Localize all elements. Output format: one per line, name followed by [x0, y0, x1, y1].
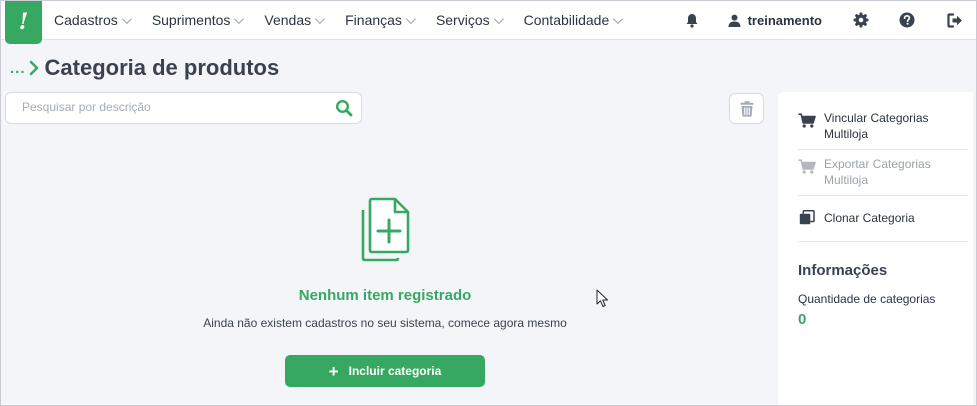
chevron-down-icon [405, 13, 416, 24]
logo-glyph: ! [18, 9, 29, 35]
chevron-right-icon [29, 60, 38, 76]
logout-icon [947, 12, 962, 28]
top-navbar: ! Cadastros Suprimentos Vendas Finanças … [0, 0, 977, 44]
app-logo[interactable]: ! [5, 0, 42, 44]
category-count-value: 0 [798, 311, 807, 328]
divider [798, 241, 968, 242]
chevron-down-icon [315, 13, 325, 24]
empty-file-icon [358, 196, 414, 267]
info-title: Informações [798, 262, 888, 279]
menu-servicos[interactable]: Serviços [435, 12, 504, 28]
bell-icon [686, 13, 698, 28]
breadcrumb[interactable]: ... [10, 60, 26, 77]
search-button[interactable] [335, 99, 353, 122]
cart-icon [798, 159, 816, 174]
menu-cadastros[interactable]: Cadastros [54, 12, 132, 28]
username: treinamento [747, 12, 822, 28]
side-panel: Vincular Categorias Multiloja Exportar C… [778, 92, 973, 406]
settings-button[interactable] [851, 12, 871, 28]
link-categories-label: Vincular Categorias Multiloja [824, 111, 929, 141]
header-tools: treinamento [682, 0, 977, 40]
notifications-button[interactable] [682, 13, 702, 28]
menu-contabilidade-label: Contabilidade [523, 12, 610, 28]
divider [798, 195, 968, 196]
export-categories-multistore[interactable]: Exportar Categorias Multiloja [798, 156, 968, 188]
clone-icon [799, 210, 815, 225]
search-input[interactable] [22, 100, 322, 114]
delete-button[interactable] [729, 93, 764, 124]
export-categories-label: Exportar Categorias Multiloja [824, 157, 931, 187]
plus-icon: + [328, 361, 339, 381]
menu-financas-label: Finanças [345, 12, 402, 28]
menu-cadastros-label: Cadastros [54, 12, 118, 28]
empty-state-subtitle: Ainda não existem cadastros no seu siste… [203, 316, 567, 330]
trash-icon [740, 100, 753, 117]
menu-servicos-label: Serviços [435, 12, 490, 28]
mouse-cursor-icon [596, 289, 610, 313]
category-count-label: Quantidade de categorias [798, 292, 936, 306]
add-category-label: Incluir categoria [348, 364, 442, 378]
menu-contabilidade[interactable]: Contabilidade [523, 12, 624, 28]
empty-state-title: Nenhum item registrado [298, 287, 472, 304]
user-icon [728, 14, 741, 27]
help-button[interactable] [897, 12, 917, 28]
link-categories-multistore[interactable]: Vincular Categorias Multiloja [798, 110, 968, 142]
gear-icon [853, 12, 869, 28]
user-menu[interactable]: treinamento [728, 13, 822, 28]
search-box [5, 92, 362, 124]
chevron-down-icon [613, 13, 624, 24]
menu-suprimentos[interactable]: Suprimentos [151, 12, 245, 28]
page-title: Categoria de produtos [44, 55, 280, 80]
menu-vendas[interactable]: Vendas [264, 12, 325, 28]
page-header: ... Categoria de produtos [10, 55, 279, 81]
help-icon [899, 12, 915, 28]
chevron-down-icon [493, 13, 504, 24]
logout-button[interactable] [945, 12, 965, 28]
search-icon [335, 99, 353, 117]
divider [798, 149, 968, 150]
menu-vendas-label: Vendas [264, 12, 312, 28]
cart-icon [798, 113, 816, 128]
menu-financas[interactable]: Finanças [345, 12, 416, 28]
menu-suprimentos-label: Suprimentos [151, 12, 231, 28]
main-menu: Cadastros Suprimentos Vendas Finanças Se… [54, 0, 643, 40]
chevron-down-icon [234, 13, 245, 24]
chevron-down-icon [121, 13, 132, 24]
clone-category-label: Clonar Categoria [824, 211, 915, 225]
add-category-button[interactable]: + Incluir categoria [285, 355, 485, 387]
clone-category[interactable]: Clonar Categoria [798, 210, 968, 226]
